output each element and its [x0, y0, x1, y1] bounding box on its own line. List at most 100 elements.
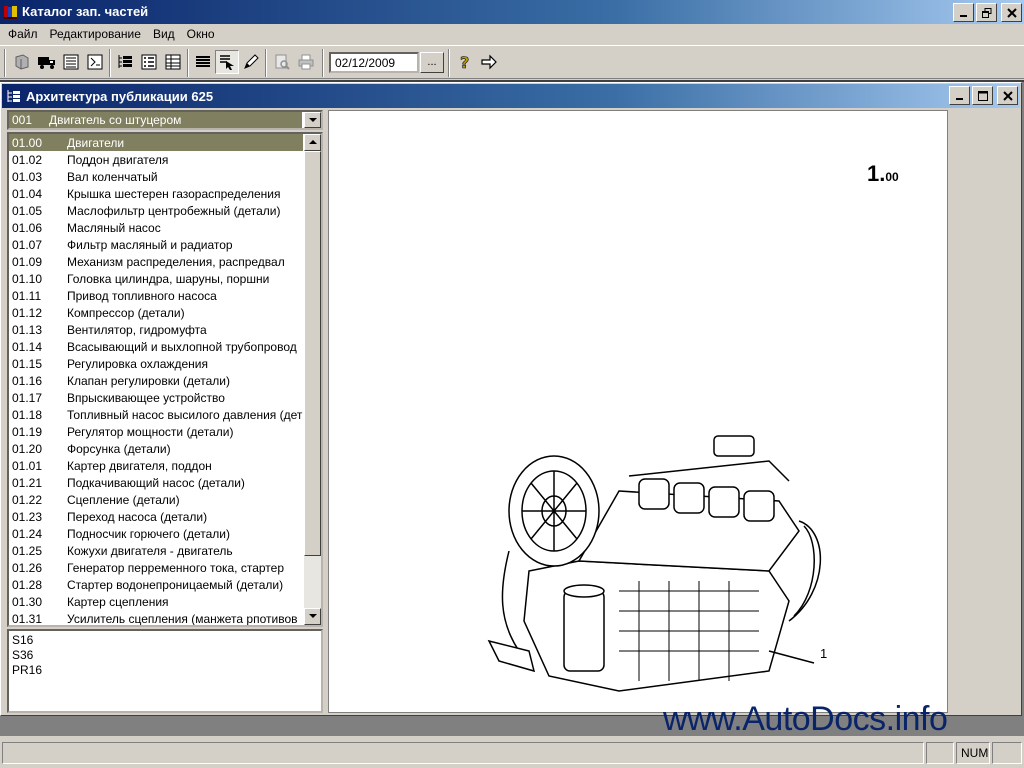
- list-item[interactable]: 01.19 Регулятор мощности (детали): [9, 423, 303, 440]
- lines-icon: [196, 56, 210, 67]
- list-item[interactable]: 01.24 Подносчик горючего (детали): [9, 525, 303, 542]
- truck-button[interactable]: [35, 50, 59, 74]
- model-code: S36: [12, 648, 34, 662]
- list-item-code: 01.13: [12, 323, 43, 337]
- list-item[interactable]: 01.15 Регулировка охлаждения: [9, 355, 303, 372]
- pencil-button[interactable]: [239, 50, 263, 74]
- list-item[interactable]: 01.05 Маслофильтр центробежный (детали): [9, 202, 303, 219]
- list-item-name: Привод топливного насоса: [67, 289, 217, 303]
- list-item-code: 01.03: [12, 170, 43, 184]
- child-titlebar: Архитектура публикации 625: [2, 84, 1020, 108]
- list-item[interactable]: 01.09 Механизм распределения, распредвал: [9, 253, 303, 270]
- list-item[interactable]: 01.00 Двигатели: [9, 134, 303, 151]
- toolbar-separator: [187, 49, 189, 77]
- list-item-code: 01.23: [12, 510, 43, 524]
- restore-button[interactable]: [976, 3, 997, 22]
- tree-view-button[interactable]: [113, 50, 137, 74]
- list-item-code: 01.21: [12, 476, 43, 490]
- menu-edit[interactable]: Редактирование: [44, 25, 147, 43]
- list-item[interactable]: 01.30 Картер сцепления: [9, 593, 303, 610]
- list-item-name: Впрыскивающее устройство: [67, 391, 225, 405]
- list-item[interactable]: 01.25 Кожухи двигателя - двигатель: [9, 542, 303, 559]
- list-item[interactable]: 01.16 Клапан регулировки (детали): [9, 372, 303, 389]
- list-item[interactable]: 01.10 Головка цилиндра, шаруны, поршни: [9, 270, 303, 287]
- list-item[interactable]: 01.11 Привод топливного насоса: [9, 287, 303, 304]
- next-button[interactable]: [477, 50, 501, 74]
- list-item-name: Всасывающий и выхлопной трубопровод: [67, 340, 297, 354]
- list-item-code: 01.07: [12, 238, 43, 252]
- print-preview-button[interactable]: [270, 50, 294, 74]
- tree-icon: [7, 90, 20, 102]
- list-item-name: Вал коленчатый: [67, 170, 158, 184]
- toolbar-separator: [448, 49, 450, 77]
- catalog-button[interactable]: [83, 50, 107, 74]
- list-item[interactable]: 01.22 Сцепление (детали): [9, 491, 303, 508]
- list-item[interactable]: 01.13 Вентилятор, гидромуфта: [9, 321, 303, 338]
- close-button[interactable]: [1001, 3, 1022, 22]
- list-item-code: 01.28: [12, 578, 43, 592]
- list-item[interactable]: 01.26 Генератор перременного тока, старте…: [9, 559, 303, 576]
- date-input[interactable]: [329, 52, 419, 73]
- menu-window[interactable]: Окно: [181, 25, 221, 43]
- list-item[interactable]: 01.06 Масляный насос: [9, 219, 303, 236]
- list-item[interactable]: 01.01 Картер двигателя, поддон: [9, 457, 303, 474]
- toolbar-separator: [265, 49, 267, 77]
- close-icon: [1006, 7, 1017, 18]
- group-combobox[interactable]: 001 Двигатель со штуцером: [7, 110, 323, 130]
- list-item[interactable]: 01.14 Всасывающий и выхлопной трубопровод: [9, 338, 303, 355]
- svg-text:?: ?: [460, 53, 469, 71]
- list-item-name: Картер двигателя, поддон: [67, 459, 212, 473]
- list-item-code: 01.14: [12, 340, 43, 354]
- child-maximize-button[interactable]: [972, 86, 993, 105]
- list-item-code: 01.12: [12, 306, 43, 320]
- list-item[interactable]: 01.04 Крышка шестерен газораспределения: [9, 185, 303, 202]
- model-code: S16: [12, 633, 34, 647]
- table-button[interactable]: [161, 50, 185, 74]
- list-item-code: 01.26: [12, 561, 43, 575]
- open-book-button[interactable]: [10, 50, 34, 74]
- list-item-code: 01.11: [12, 289, 42, 303]
- minimize-button[interactable]: [953, 3, 974, 22]
- list-item[interactable]: 01.18 Топливный насос высилого давления (…: [9, 406, 303, 423]
- list-item[interactable]: 01.02 Поддон двигателя: [9, 151, 303, 168]
- menu-view[interactable]: Вид: [147, 25, 181, 43]
- print-button[interactable]: [294, 50, 318, 74]
- engine-illustration: [487, 435, 821, 692]
- list-item[interactable]: 01.21 Подкачивающий насос (детали): [9, 474, 303, 491]
- select-cursor-button[interactable]: [215, 50, 239, 74]
- list-item[interactable]: 01.20 Форсунка (детали): [9, 440, 303, 457]
- list-button[interactable]: [59, 50, 83, 74]
- drawing-viewer[interactable]: 1.00 1: [328, 110, 948, 713]
- list-item-code: 01.22: [12, 493, 43, 507]
- child-close-button[interactable]: [997, 86, 1018, 105]
- combo-code: 001: [12, 113, 33, 127]
- list-item-name: Головка цилиндра, шаруны, поршни: [67, 272, 270, 286]
- list-item-code: 01.16: [12, 374, 43, 388]
- panel-splitter[interactable]: [323, 110, 327, 713]
- menu-file[interactable]: Файл: [2, 25, 44, 43]
- lines-button[interactable]: [191, 50, 215, 74]
- list-item[interactable]: 01.23 Переход насоса (детали): [9, 508, 303, 525]
- scroll-thumb[interactable]: [304, 151, 321, 556]
- publication-window: Архитектура публикации 625 001 Двигатель…: [0, 82, 1022, 716]
- combo-dropdown-button[interactable]: [304, 112, 321, 128]
- scroll-down-button[interactable]: [304, 608, 321, 625]
- chevron-down-icon: [308, 117, 317, 122]
- date-picker-button[interactable]: ...: [420, 52, 444, 73]
- scroll-up-button[interactable]: [304, 134, 321, 151]
- list-item[interactable]: 01.12 Компрессор (детали): [9, 304, 303, 321]
- list-scrollbar[interactable]: [304, 134, 321, 625]
- child-minimize-button[interactable]: [949, 86, 970, 105]
- list-item[interactable]: 01.31 Усилитель сцепления (манжета рпотив…: [9, 610, 303, 625]
- list-item[interactable]: 01.07 Фильтр масляный и радиатор: [9, 236, 303, 253]
- tree-icon: [118, 55, 132, 68]
- list-item-name: Стартер водонепроницаемый (детали): [67, 578, 284, 592]
- list-item[interactable]: 01.28 Стартер водонепроницаемый (детали): [9, 576, 303, 593]
- combo-selected-value: 001 Двигатель со штуцером: [9, 112, 302, 128]
- help-button[interactable]: ?: [453, 50, 477, 74]
- list-item[interactable]: 01.03 Вал коленчатый: [9, 168, 303, 185]
- list-item-code: 01.18: [12, 408, 43, 422]
- list-item[interactable]: 01.17 Впрыскивающее устройство: [9, 389, 303, 406]
- numbered-list-button[interactable]: [137, 50, 161, 74]
- list-item-code: 01.04: [12, 187, 43, 201]
